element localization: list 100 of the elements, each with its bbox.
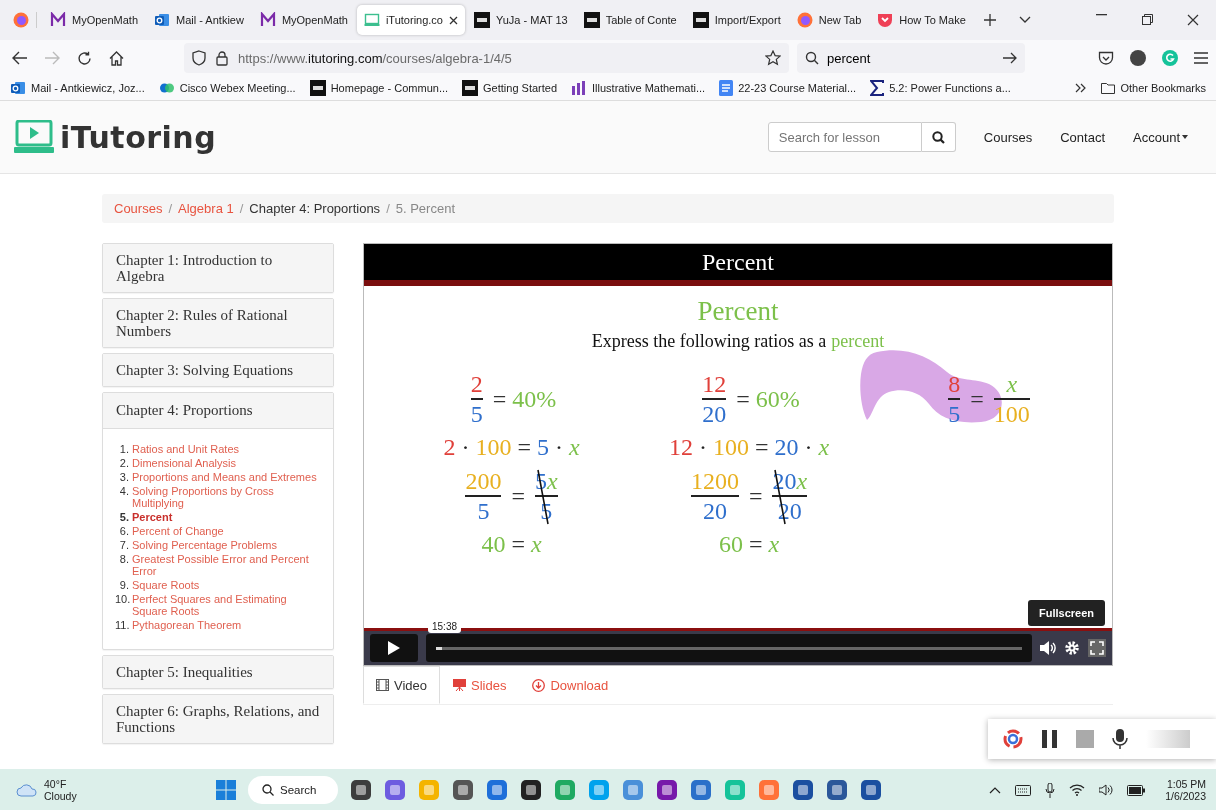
- nav-link[interactable]: Account: [1133, 129, 1188, 145]
- media-tab[interactable]: Slides: [440, 666, 520, 704]
- browser-tab[interactable]: iTutoring.co: [356, 5, 465, 35]
- lesson-number: 4.: [118, 485, 129, 499]
- math-term: 20: [702, 400, 727, 428]
- temperature: 40°F: [44, 778, 68, 790]
- chapter-header[interactable]: Chapter 1: Introduction to Algebra: [103, 244, 333, 292]
- lesson-link[interactable]: Perfect Squares and Estimating Square Roots: [132, 593, 323, 617]
- slide-title: Percent: [364, 244, 1112, 286]
- lesson-link[interactable]: Square Roots: [132, 579, 200, 591]
- math-term: x: [546, 467, 558, 495]
- math-term: 2: [470, 370, 483, 398]
- tooltip: Fullscreen: [1027, 600, 1105, 626]
- lesson-number: 9.: [118, 579, 129, 591]
- site-logo[interactable]: iTutoring: [60, 119, 217, 155]
- lesson-link[interactable]: Percent: [132, 511, 173, 523]
- breadcrumb-separator: /: [386, 201, 390, 216]
- lesson-number: 3.: [118, 471, 129, 483]
- math-term: x: [768, 531, 780, 558]
- bookmark[interactable]: Mail - Antkiewicz, Joz...: [10, 80, 145, 96]
- chapter-header[interactable]: Chapter 6: Graphs, Relations, and Functions: [103, 695, 333, 743]
- browser-tab[interactable]: YuJa - MAT 13: [467, 5, 575, 35]
- chapter-header[interactable]: Chapter 5: Inequalities: [103, 656, 333, 688]
- browser-tab[interactable]: MyOpenMath: [43, 5, 146, 35]
- lesson-link[interactable]: Proportions and Means and Extremes: [132, 471, 317, 483]
- math-term: x: [796, 467, 808, 495]
- bookmark[interactable]: Cisco Webex Meeting...: [158, 80, 296, 96]
- chapter-header[interactable]: Chapter 2: Rules of Rational Numbers: [103, 299, 333, 347]
- lesson-link[interactable]: Solving Proportions by Cross Multiplying: [132, 485, 323, 509]
- breadcrumb-separator: /: [168, 201, 173, 216]
- lesson-link[interactable]: Solving Percentage Problems: [132, 539, 277, 551]
- media-tab[interactable]: Download: [519, 666, 622, 704]
- chapter-header[interactable]: Chapter 3: Solving Equations: [103, 354, 333, 386]
- lesson-number: 1.: [118, 443, 129, 455]
- lesson-link[interactable]: Percent of Change: [132, 525, 224, 537]
- math-term: =: [492, 385, 507, 413]
- math-term: 5: [948, 400, 961, 428]
- nav-link[interactable]: Courses: [983, 129, 1033, 145]
- math-term: ·: [461, 434, 470, 461]
- breadcrumb-item: 5. Percent: [395, 201, 455, 216]
- math-term: =: [517, 434, 531, 461]
- browser-tab[interactable]: Import/Export: [685, 5, 788, 35]
- media-tab[interactable]: Video: [363, 666, 440, 704]
- bookmark-folder[interactable]: Other Bookmarks: [1101, 82, 1206, 94]
- math-term: x: [530, 531, 542, 558]
- browser-tab[interactable]: Table of Conte: [576, 5, 684, 35]
- math-term: 5: [470, 400, 483, 428]
- chapter-header[interactable]: Chapter 4: Proportions: [103, 393, 333, 429]
- lesson-link[interactable]: Ratios and Unit Rates: [132, 443, 239, 455]
- math-term: =: [511, 531, 525, 558]
- address-bar[interactable]: https://www.itutoring.com/courses/algebra-1/4/5: [184, 43, 789, 73]
- lesson-number: 6.: [118, 525, 129, 537]
- highlighted-word: percent: [831, 331, 885, 352]
- math-term: 100: [475, 434, 512, 461]
- lesson-number: 8.: [118, 553, 129, 567]
- lesson-number: 11.: [115, 619, 129, 631]
- lesson-link[interactable]: Greatest Possible Error and Percent Error: [132, 553, 323, 577]
- math-term: 12: [702, 370, 727, 398]
- lesson-search-field[interactable]: Search for lesson: [767, 122, 922, 152]
- math-term: 40%: [512, 385, 557, 413]
- math-term: 200: [465, 467, 502, 495]
- math-term: x: [1006, 370, 1018, 398]
- math-term: 60: [718, 531, 743, 558]
- bookmark[interactable]: 22-23 Course Material...: [719, 80, 857, 96]
- math-term: 8: [948, 370, 961, 398]
- math-term: 5: [536, 434, 549, 461]
- taskbar-search[interactable]: Search: [248, 776, 339, 804]
- nav-link[interactable]: Contact: [1060, 129, 1105, 145]
- bookmark[interactable]: 5.2: Power Functions a...: [870, 80, 1011, 96]
- math-term: =: [736, 385, 750, 413]
- math-term: =: [748, 531, 763, 558]
- math-term: x: [568, 434, 580, 461]
- math-term: =: [970, 385, 984, 413]
- browser-tab[interactable]: How To Make: [870, 5, 973, 35]
- lesson-number: 7.: [118, 539, 129, 551]
- breadcrumb-item: Chapter 4: Proportions: [249, 201, 381, 216]
- search-field[interactable]: percent: [797, 43, 1025, 73]
- lesson-link[interactable]: Dimensional Analysis: [132, 457, 236, 469]
- browser-tab[interactable]: New Tab: [789, 5, 869, 35]
- clock-date: 1/6/2023: [1165, 790, 1206, 802]
- math-term: =: [511, 482, 525, 510]
- breadcrumb-separator: /: [239, 201, 244, 216]
- bookmark[interactable]: Homepage - Commun...: [309, 80, 449, 96]
- math-term: 1200: [690, 467, 739, 495]
- math-term: ·: [698, 434, 707, 461]
- bookmark[interactable]: Illustrative Mathemati...: [571, 80, 706, 96]
- math-term: 20: [774, 434, 799, 461]
- math-term: 2: [443, 434, 456, 461]
- lesson-number: 5.: [118, 511, 129, 523]
- browser-tab[interactable]: MyOpenMath: [252, 5, 355, 35]
- browser-tab[interactable]: Mail - Antkiew: [147, 5, 251, 35]
- math-term: ·: [554, 434, 563, 461]
- math-term: =: [754, 434, 769, 461]
- weather-condition: Cloudy: [44, 790, 77, 802]
- bookmark[interactable]: Getting Started: [462, 80, 558, 96]
- math-term: x: [818, 434, 830, 461]
- math-term: 100: [712, 434, 749, 461]
- slide-subtitle: Express the following ratios as a: [591, 331, 827, 352]
- lesson-link[interactable]: Pythagorean Theorem: [132, 619, 242, 631]
- clock-time: 1:05 PM: [1166, 778, 1206, 790]
